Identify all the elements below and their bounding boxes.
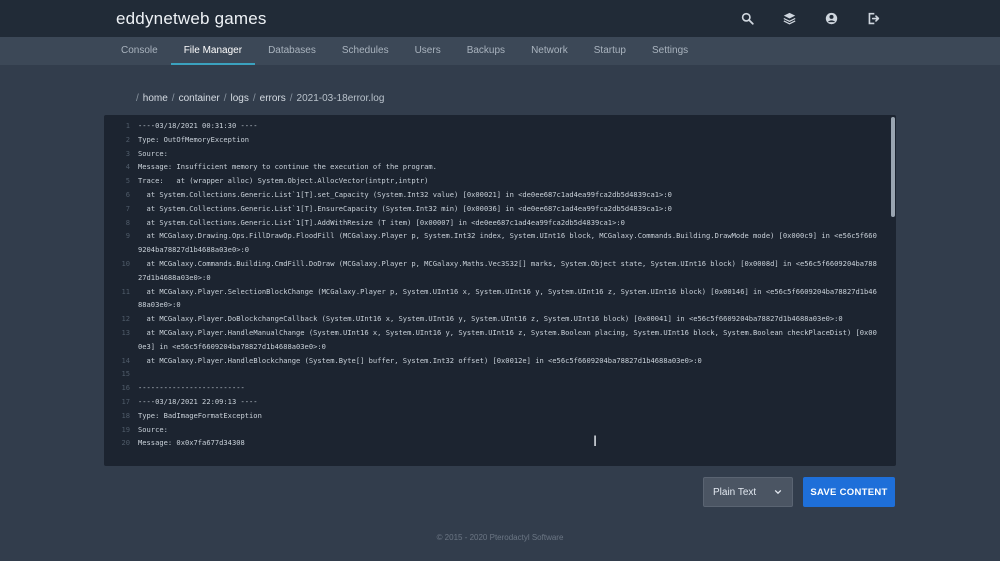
line-text[interactable]: at MCGalaxy.Player.DoBlockchangeCallback… [138, 312, 890, 326]
breadcrumb-logs[interactable]: logs [231, 93, 249, 104]
line-number: 18 [121, 410, 130, 420]
breadcrumb-separator: / [171, 93, 175, 104]
line-text[interactable]: at MCGalaxy.Player.HandleManualChange (S… [138, 326, 890, 354]
line-number: 2 [125, 134, 130, 144]
line-number: 11 [121, 286, 130, 296]
line-number: 12 [121, 314, 130, 324]
line-text[interactable]: Source: [138, 147, 890, 161]
code-line[interactable]: 12 at MCGalaxy.Player.DoBlockchangeCallb… [104, 312, 890, 326]
line-number: 16 [121, 383, 130, 393]
code-line[interactable]: 1 ----03/18/2021 00:31:30 ---- [104, 119, 890, 133]
line-text[interactable]: at System.Collections.Generic.List`1[T].… [138, 188, 890, 202]
line-text[interactable]: Trace: at (wrapper alloc) System.Object.… [138, 174, 890, 188]
code-line[interactable]: 20 Message: 0x0x7fa677d34308 [104, 436, 890, 450]
line-text[interactable]: Type: BadImageFormatException [138, 409, 890, 423]
line-text[interactable]: Message: 0x0x7fa677d34308 [138, 436, 890, 450]
breadcrumb-separator: / [252, 93, 256, 104]
editor-scrollbar[interactable] [891, 117, 895, 217]
line-number: 1 [125, 121, 130, 130]
line-text[interactable]: at MCGalaxy.Commands.Building.CmdFill.Do… [138, 257, 890, 285]
tab-network[interactable]: Network [518, 37, 581, 65]
search-icon[interactable] [737, 10, 758, 27]
line-number: 3 [125, 148, 130, 158]
breadcrumb-separator: / [223, 93, 227, 104]
code-line[interactable]: 14 at MCGalaxy.Player.HandleBlockchange … [104, 354, 890, 368]
line-number: 9 [125, 231, 130, 241]
code-line[interactable]: 11 at MCGalaxy.Player.SelectionBlockChan… [104, 285, 890, 313]
app-title[interactable]: eddynetweb games [116, 9, 267, 29]
top-icons [737, 10, 884, 27]
line-text[interactable] [138, 367, 890, 381]
tab-schedules[interactable]: Schedules [329, 37, 402, 65]
breadcrumb-separator: / [289, 93, 293, 104]
code-line[interactable]: 8 at System.Collections.Generic.List`1[T… [104, 216, 890, 230]
line-text[interactable]: Source: [138, 423, 890, 437]
code-line[interactable]: 19 Source: [104, 423, 890, 437]
server-nav: Console File Manager Databases Schedules Use… [0, 37, 1000, 65]
line-text[interactable]: at System.Collections.Generic.List`1[T].… [138, 216, 890, 230]
code-line[interactable]: 9 at MCGalaxy.Drawing.Ops.FillDrawOp.Flo… [104, 229, 890, 257]
line-text[interactable]: Type: OutOfMemoryException [138, 133, 890, 147]
logout-icon[interactable] [863, 10, 884, 27]
code-line[interactable]: 7 at System.Collections.Generic.List`1[T… [104, 202, 890, 216]
line-text[interactable]: at MCGalaxy.Drawing.Ops.FillDrawOp.Flood… [138, 229, 890, 257]
breadcrumb-container[interactable]: container [179, 93, 220, 104]
line-number: 10 [121, 258, 130, 268]
tab-file-manager[interactable]: File Manager [170, 37, 256, 65]
line-number: 14 [121, 355, 130, 365]
line-number: 7 [125, 203, 130, 213]
code-line[interactable]: 10 at MCGalaxy.Commands.Building.CmdFill… [104, 257, 890, 285]
syntax-mode-select[interactable]: Plain Text [703, 477, 793, 507]
tab-console[interactable]: Console [108, 37, 171, 65]
line-number: 4 [125, 162, 130, 172]
top-bar: eddynetweb games [0, 0, 1000, 37]
line-number: 19 [121, 424, 130, 434]
line-text[interactable]: at System.Collections.Generic.List`1[T].… [138, 202, 890, 216]
code-line[interactable]: 6 at System.Collections.Generic.List`1[T… [104, 188, 890, 202]
tab-settings[interactable]: Settings [639, 37, 701, 65]
code-line[interactable]: 5 Trace: at (wrapper alloc) System.Object… [104, 174, 890, 188]
line-number: 6 [125, 189, 130, 199]
line-text[interactable]: ----03/18/2021 22:09:13 ---- [138, 395, 890, 409]
line-number: 13 [121, 327, 130, 337]
code-editor[interactable]: 1 ----03/18/2021 00:31:30 ---- 2 Type: OutO… [104, 115, 896, 466]
line-number: 5 [125, 176, 130, 186]
footer-copyright: © 2015 - 2020 Pterodactyl Software [436, 533, 564, 542]
tab-startup[interactable]: Startup [581, 37, 639, 65]
breadcrumb-errors[interactable]: errors [260, 93, 286, 104]
tab-databases[interactable]: Databases [255, 37, 329, 65]
account-icon[interactable] [821, 10, 842, 27]
line-text[interactable]: ----03/18/2021 00:31:30 ---- [138, 119, 890, 133]
code-line[interactable]: 13 at MCGalaxy.Player.HandleManualChange… [104, 326, 890, 354]
tab-users[interactable]: Users [402, 37, 454, 65]
layers-icon[interactable] [779, 10, 800, 27]
tab-backups[interactable]: Backups [454, 37, 518, 65]
line-text[interactable]: at MCGalaxy.Player.HandleBlockchange (Sy… [138, 354, 890, 368]
code-line[interactable]: 18 Type: BadImageFormatException [104, 409, 890, 423]
breadcrumb-home[interactable]: home [143, 93, 168, 104]
line-text[interactable]: Message: Insufficient memory to continue… [138, 160, 890, 174]
line-number: 20 [121, 438, 130, 448]
line-number: 15 [121, 369, 130, 379]
text-cursor-icon: I [593, 434, 598, 450]
chevron-down-icon [774, 489, 782, 495]
syntax-mode-label: Plain Text [713, 486, 757, 498]
code-line[interactable]: 17 ----03/18/2021 22:09:13 ---- [104, 395, 890, 409]
breadcrumb: / home / container / logs / errors/2021-03-18er… [136, 93, 384, 104]
code-line[interactable]: 3 Source: [104, 147, 890, 161]
code-line[interactable]: 4 Message: Insufficient memory to continu… [104, 160, 890, 174]
code-line[interactable]: 16 ------------------------- [104, 381, 890, 395]
line-number: 17 [121, 396, 130, 406]
breadcrumb-separator: / [136, 93, 139, 104]
breadcrumb-current-file: 2021-03-18error.log [296, 93, 385, 104]
save-content-button[interactable]: SAVE CONTENT [803, 477, 895, 507]
code-line[interactable]: 2 Type: OutOfMemoryException [104, 133, 890, 147]
nav-tabs: Console File Manager Databases Schedules Use… [108, 37, 701, 65]
line-text[interactable]: at MCGalaxy.Player.SelectionBlockChange … [138, 285, 890, 313]
code-line[interactable]: 15 [104, 367, 890, 381]
line-number: 8 [125, 217, 130, 227]
line-text[interactable]: ------------------------- [138, 381, 890, 395]
editor-lines[interactable]: 1 ----03/18/2021 00:31:30 ---- 2 Type: OutO… [104, 119, 890, 450]
